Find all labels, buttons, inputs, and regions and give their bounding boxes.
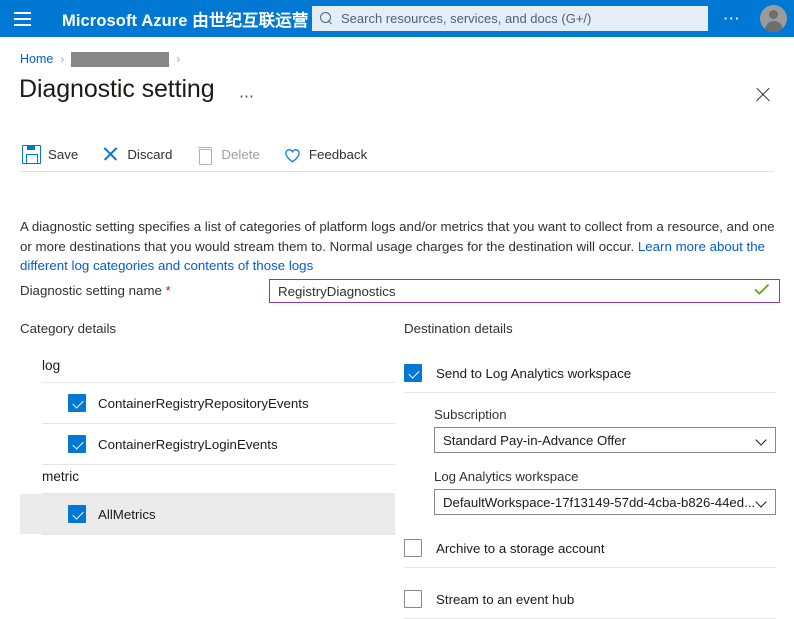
category-details-heading: Category details xyxy=(20,321,395,336)
save-icon xyxy=(22,145,41,164)
delete-button-label: Delete xyxy=(221,147,259,162)
account-avatar-icon[interactable] xyxy=(760,5,787,32)
hamburger-line xyxy=(14,24,31,26)
log-analytics-workspace-value: DefaultWorkspace-17f13149-57dd-4cba-b826… xyxy=(435,495,775,510)
chevron-down-icon xyxy=(757,436,766,445)
diagnostic-setting-name-row: Diagnostic setting name * xyxy=(20,279,780,303)
divider xyxy=(42,534,395,535)
archive-to-storage-row[interactable]: Archive to a storage account xyxy=(404,529,776,567)
category-label: ContainerRegistryRepositoryEvents xyxy=(98,396,309,411)
search-input[interactable] xyxy=(341,11,700,26)
command-toolbar: Save Discard Delete Feedback xyxy=(20,140,388,168)
subscription-dropdown[interactable]: Standard Pay-in-Advance Offer xyxy=(434,427,776,453)
subscription-field: Subscription Standard Pay-in-Advance Off… xyxy=(404,393,776,455)
save-button[interactable]: Save xyxy=(20,140,89,168)
chevron-down-icon xyxy=(757,498,766,507)
delete-button: Delete xyxy=(193,140,270,168)
category-row-containerregistryrepositoryevents[interactable]: ContainerRegistryRepositoryEvents xyxy=(20,383,395,423)
trash-icon xyxy=(195,145,214,164)
archive-to-storage-checkbox[interactable] xyxy=(404,539,422,557)
send-to-log-analytics-label: Send to Log Analytics workspace xyxy=(436,366,631,381)
search-icon xyxy=(320,12,333,25)
stream-to-event-hub-label: Stream to an event hub xyxy=(436,592,574,607)
feedback-button[interactable]: Feedback xyxy=(281,140,378,168)
breadcrumb-separator: › xyxy=(60,52,64,66)
page-more-menu-button[interactable]: ⋯ xyxy=(239,89,256,104)
breadcrumb-separator: › xyxy=(176,52,180,66)
category-label: AllMetrics xyxy=(98,507,156,522)
stream-to-event-hub-checkbox[interactable] xyxy=(404,590,422,608)
send-to-log-analytics-checkbox[interactable] xyxy=(404,364,422,382)
destination-details-section: Destination details Send to Log Analytic… xyxy=(404,321,776,619)
required-asterisk: * xyxy=(166,283,171,298)
log-analytics-workspace-label: Log Analytics workspace xyxy=(434,469,776,484)
category-group-heading-metric: metric xyxy=(20,465,395,493)
page-title: Diagnostic setting xyxy=(19,75,215,104)
send-to-log-analytics-row[interactable]: Send to Log Analytics workspace xyxy=(404,354,776,392)
toolbar-divider xyxy=(20,171,774,172)
heart-icon xyxy=(283,146,302,165)
log-analytics-workspace-dropdown[interactable]: DefaultWorkspace-17f13149-57dd-4cba-b826… xyxy=(434,489,776,515)
topbar-more-button[interactable]: ⋯ xyxy=(718,0,746,37)
category-group-heading-log: log xyxy=(20,354,395,382)
spacer xyxy=(404,517,776,529)
diagnostic-setting-name-label: Diagnostic setting name * xyxy=(20,283,171,298)
diagnostic-setting-blade: Home › › Diagnostic setting ⋯ Save Disca… xyxy=(0,37,794,602)
discard-button[interactable]: Discard xyxy=(99,140,183,168)
blade-description: A diagnostic setting specifies a list of… xyxy=(20,217,775,276)
category-checkbox[interactable] xyxy=(68,394,86,412)
category-row-allmetrics[interactable]: AllMetrics xyxy=(20,494,395,534)
breadcrumb-item-redacted[interactable] xyxy=(71,52,169,67)
category-checkbox[interactable] xyxy=(68,505,86,523)
feedback-button-label: Feedback xyxy=(309,147,367,162)
breadcrumb-item-home[interactable]: Home xyxy=(20,52,53,66)
close-icon[interactable] xyxy=(753,85,773,105)
valid-check-icon xyxy=(753,282,775,301)
archive-to-storage-label: Archive to a storage account xyxy=(436,541,605,556)
discard-button-label: Discard xyxy=(127,147,172,162)
spacer xyxy=(404,568,776,580)
log-analytics-workspace-field: Log Analytics workspace DefaultWorkspace… xyxy=(404,455,776,517)
azure-brand-title[interactable]: Microsoft Azure 由世纪互联运营 xyxy=(62,7,308,31)
category-row-containerregistryloginevents[interactable]: ContainerRegistryLoginEvents xyxy=(20,424,395,464)
subscription-value: Standard Pay-in-Advance Offer xyxy=(435,433,652,448)
destination-details-heading: Destination details xyxy=(404,321,776,336)
discard-icon xyxy=(101,145,120,164)
stream-to-event-hub-row[interactable]: Stream to an event hub xyxy=(404,580,776,618)
breadcrumb: Home › › xyxy=(20,51,187,67)
azure-top-navigation-bar: Microsoft Azure 由世纪互联运营 ⋯ xyxy=(0,0,794,37)
category-details-section: Category details log ContainerRegistryRe… xyxy=(20,321,395,535)
save-button-label: Save xyxy=(48,147,78,162)
category-label: ContainerRegistryLoginEvents xyxy=(98,437,278,452)
subscription-label: Subscription xyxy=(434,407,776,422)
diagnostic-setting-name-field[interactable] xyxy=(269,279,780,303)
global-search-box[interactable] xyxy=(312,6,708,31)
hamburger-line xyxy=(14,18,31,20)
hamburger-line xyxy=(14,12,31,14)
diagnostic-setting-name-input[interactable] xyxy=(270,280,753,302)
category-checkbox[interactable] xyxy=(68,435,86,453)
hamburger-menu-icon[interactable] xyxy=(0,0,44,37)
